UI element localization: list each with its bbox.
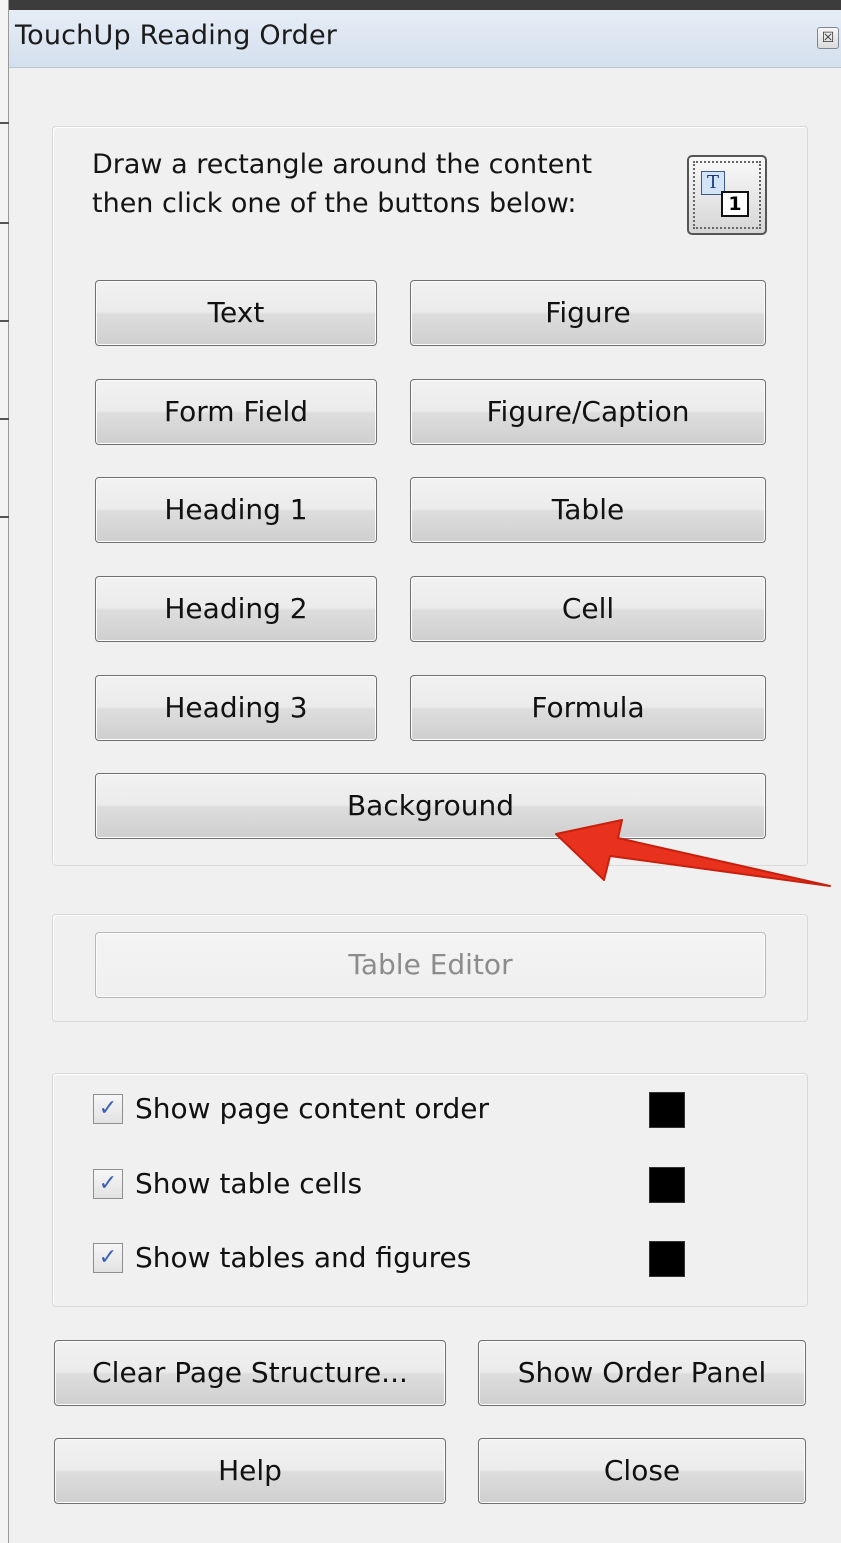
checkbox[interactable]: ✓ — [93, 1243, 123, 1273]
color-swatch[interactable] — [649, 1167, 685, 1203]
window-top-border — [0, 0, 841, 10]
background-window-edge — [0, 0, 9, 1543]
heading-2-button[interactable]: Heading 2 — [95, 576, 377, 642]
option-show-page-content-order[interactable]: ✓ Show page content order — [93, 1090, 773, 1130]
close-icon[interactable]: ☒ — [817, 27, 839, 49]
cell-button[interactable]: Cell — [410, 576, 766, 642]
heading-3-button[interactable]: Heading 3 — [95, 675, 377, 741]
option-show-table-cells[interactable]: ✓ Show table cells — [93, 1165, 773, 1205]
checkbox-label: Show page content order — [135, 1092, 490, 1125]
table-button[interactable]: Table — [410, 477, 766, 543]
order-number-icon: 1 — [721, 191, 749, 217]
touchup-reading-order-dialog: TouchUp Reading Order ☒ Draw a rectangle… — [0, 0, 841, 1543]
title-bar[interactable]: TouchUp Reading Order ☒ — [9, 10, 841, 68]
display-options-group: ✓ Show page content order ✓ Show table c… — [52, 1073, 808, 1307]
instruction-text: Draw a rectangle around the content then… — [92, 149, 593, 219]
form-field-button[interactable]: Form Field — [95, 379, 377, 445]
heading-1-button[interactable]: Heading 1 — [95, 477, 377, 543]
checkbox[interactable]: ✓ — [93, 1169, 123, 1199]
red-arrow-annotation — [555, 819, 831, 887]
tag-buttons-group: Draw a rectangle around the content then… — [52, 126, 808, 866]
formula-button[interactable]: Formula — [410, 675, 766, 741]
figure-button[interactable]: Figure — [410, 280, 766, 346]
table-editor-group: Table Editor — [52, 914, 808, 1022]
table-editor-button[interactable]: Table Editor — [95, 932, 766, 998]
checkbox-label: Show tables and figures — [135, 1241, 472, 1274]
figure-caption-button[interactable]: Figure/Caption — [410, 379, 766, 445]
text-button[interactable]: Text — [95, 280, 377, 346]
dialog-title: TouchUp Reading Order — [15, 20, 338, 51]
clear-page-structure-button[interactable]: Clear Page Structure... — [54, 1340, 446, 1406]
help-button[interactable]: Help — [54, 1438, 446, 1504]
color-swatch[interactable] — [649, 1241, 685, 1277]
option-show-tables-and-figures[interactable]: ✓ Show tables and figures — [93, 1239, 773, 1279]
reading-order-icon-button[interactable]: T 1 — [687, 155, 767, 235]
color-swatch[interactable] — [649, 1092, 685, 1128]
show-order-panel-button[interactable]: Show Order Panel — [478, 1340, 806, 1406]
checkbox[interactable]: ✓ — [93, 1094, 123, 1124]
checkbox-label: Show table cells — [135, 1167, 363, 1200]
close-button[interactable]: Close — [478, 1438, 806, 1504]
